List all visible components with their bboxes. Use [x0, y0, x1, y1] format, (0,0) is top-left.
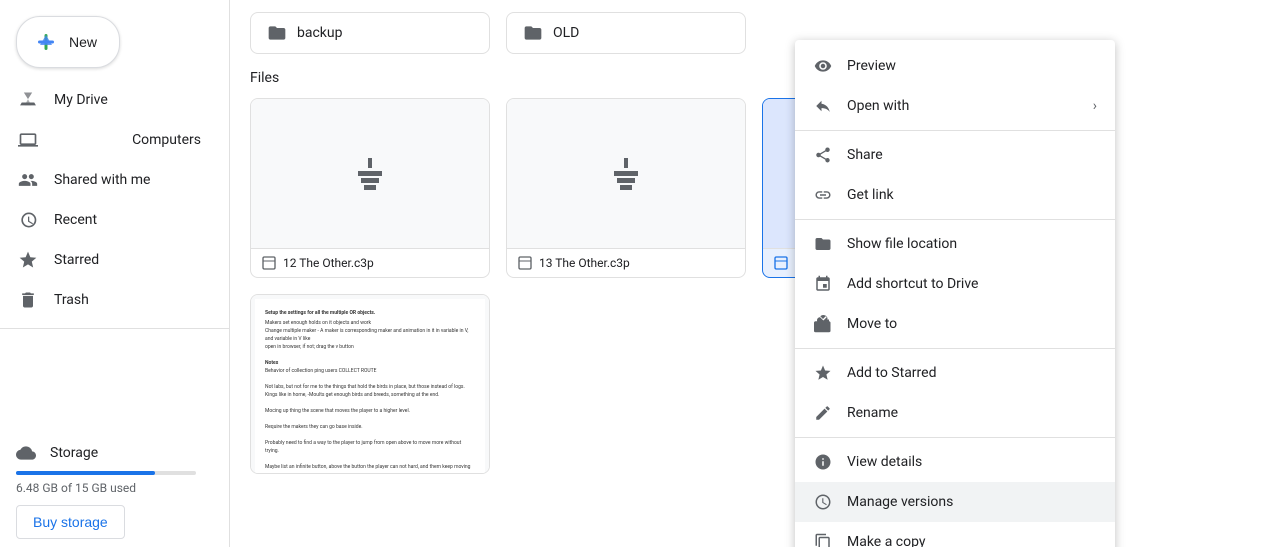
file-type-icon-1	[261, 255, 277, 271]
open-with-icon	[813, 96, 833, 116]
file-footer-2: 13 The Other.c3p	[507, 248, 745, 277]
folder-icon	[523, 23, 543, 43]
versions-icon	[813, 492, 833, 512]
star-menu-icon	[813, 363, 833, 383]
drive-icon	[16, 88, 40, 112]
menu-divider-3	[795, 348, 1115, 349]
cloud-icon	[16, 443, 36, 463]
menu-item-share[interactable]: Share	[795, 135, 1115, 175]
doc-thumb: Setup the settings for all the multiple …	[255, 299, 485, 474]
sidebar-item-label: Computers	[132, 132, 201, 148]
menu-label-add-shortcut: Add shortcut to Drive	[847, 276, 1097, 292]
file-name-1: 12 The Other.c3p	[283, 256, 374, 270]
menu-label-add-starred: Add to Starred	[847, 365, 1097, 381]
menu-divider-4	[795, 437, 1115, 438]
menu-label-manage-versions: Manage versions	[847, 494, 1097, 510]
storage-bar-background	[16, 471, 196, 475]
folder-old[interactable]: OLD	[506, 12, 746, 54]
menu-item-move-to[interactable]: Move to	[795, 304, 1115, 344]
sidebar-item-my-drive[interactable]: My Drive	[0, 80, 217, 120]
menu-divider-2	[795, 219, 1115, 220]
file-footer-1: 12 The Other.c3p	[251, 248, 489, 277]
file-name-2: 13 The Other.c3p	[539, 256, 630, 270]
storage-section: Storage 6.48 GB of 15 GB used Buy storag…	[0, 435, 229, 547]
file-card-1[interactable]: 12 The Other.c3p	[250, 98, 490, 278]
info-icon	[813, 452, 833, 472]
sidebar-item-computers[interactable]: Computers	[0, 120, 217, 160]
file-card-2[interactable]: 13 The Other.c3p	[506, 98, 746, 278]
menu-label-view-details: View details	[847, 454, 1097, 470]
move-icon	[813, 314, 833, 334]
copy-icon	[813, 532, 833, 547]
star-icon	[16, 248, 40, 272]
folder-icon	[267, 23, 287, 43]
new-button[interactable]: New	[16, 16, 120, 68]
menu-item-view-details[interactable]: View details	[795, 442, 1115, 482]
context-menu: Preview Open with › Share	[795, 40, 1115, 547]
rename-icon	[813, 403, 833, 423]
c3p-icon-1	[358, 158, 382, 190]
share-icon	[813, 145, 833, 165]
folder-name: backup	[297, 25, 342, 41]
trash-icon	[16, 288, 40, 312]
link-icon	[813, 185, 833, 205]
new-button-label: New	[69, 34, 97, 50]
folder-location-icon	[813, 234, 833, 254]
sidebar: New My Drive Computers Shared w	[0, 0, 230, 547]
menu-label-get-link: Get link	[847, 187, 1097, 203]
chevron-right-icon: ›	[1093, 98, 1097, 114]
sidebar-item-shared[interactable]: Shared with me	[0, 160, 217, 200]
buy-storage-button[interactable]: Buy storage	[16, 505, 125, 539]
sidebar-item-label: Starred	[54, 252, 99, 268]
file-type-icon-3	[773, 255, 789, 271]
shortcut-icon	[813, 274, 833, 294]
main-content: backup OLD Files	[230, 0, 1275, 547]
menu-item-open-with[interactable]: Open with ›	[795, 86, 1115, 126]
storage-label[interactable]: Storage	[16, 443, 213, 463]
storage-title: Storage	[50, 445, 98, 461]
sidebar-item-label: Recent	[54, 212, 97, 228]
menu-item-manage-versions[interactable]: Manage versions	[795, 482, 1115, 522]
sidebar-item-label: Trash	[54, 292, 89, 308]
menu-label-move-to: Move to	[847, 316, 1097, 332]
sidebar-item-label: My Drive	[54, 92, 108, 108]
menu-label-share: Share	[847, 147, 1097, 163]
menu-item-make-copy[interactable]: Make a copy	[795, 522, 1115, 547]
menu-label-preview: Preview	[847, 58, 1097, 74]
menu-label-make-copy: Make a copy	[847, 534, 1097, 547]
people-icon	[16, 168, 40, 192]
menu-item-show-file-location[interactable]: Show file location	[795, 224, 1115, 264]
menu-label-show-file-location: Show file location	[847, 236, 1097, 252]
menu-label-open-with: Open with	[847, 98, 1079, 114]
storage-bar-fill	[16, 471, 155, 475]
file-preview-2	[507, 99, 745, 248]
file-preview-1	[251, 99, 489, 248]
file-type-icon-2	[517, 255, 533, 271]
eye-icon	[813, 56, 833, 76]
sidebar-divider	[0, 328, 229, 329]
computer-icon	[16, 128, 40, 152]
menu-item-get-link[interactable]: Get link	[795, 175, 1115, 215]
file-card-4[interactable]: Setup the settings for all the multiple …	[250, 294, 490, 474]
menu-item-add-starred[interactable]: Add to Starred	[795, 353, 1115, 393]
menu-item-rename[interactable]: Rename	[795, 393, 1115, 433]
sidebar-item-recent[interactable]: Recent	[0, 200, 217, 240]
sidebar-item-starred[interactable]: Starred	[0, 240, 217, 280]
file-preview-4: Setup the settings for all the multiple …	[251, 295, 489, 474]
menu-item-add-shortcut[interactable]: Add shortcut to Drive	[795, 264, 1115, 304]
storage-used-text: 6.48 GB of 15 GB used	[16, 481, 213, 495]
menu-divider-1	[795, 130, 1115, 131]
menu-label-rename: Rename	[847, 405, 1097, 421]
sidebar-item-label: Shared with me	[54, 172, 150, 188]
clock-icon	[16, 208, 40, 232]
folder-backup[interactable]: backup	[250, 12, 490, 54]
menu-item-preview[interactable]: Preview	[795, 46, 1115, 86]
new-plus-icon	[33, 29, 59, 55]
folder-name: OLD	[553, 25, 579, 41]
sidebar-item-trash[interactable]: Trash	[0, 280, 217, 320]
c3p-icon-2	[614, 158, 638, 190]
